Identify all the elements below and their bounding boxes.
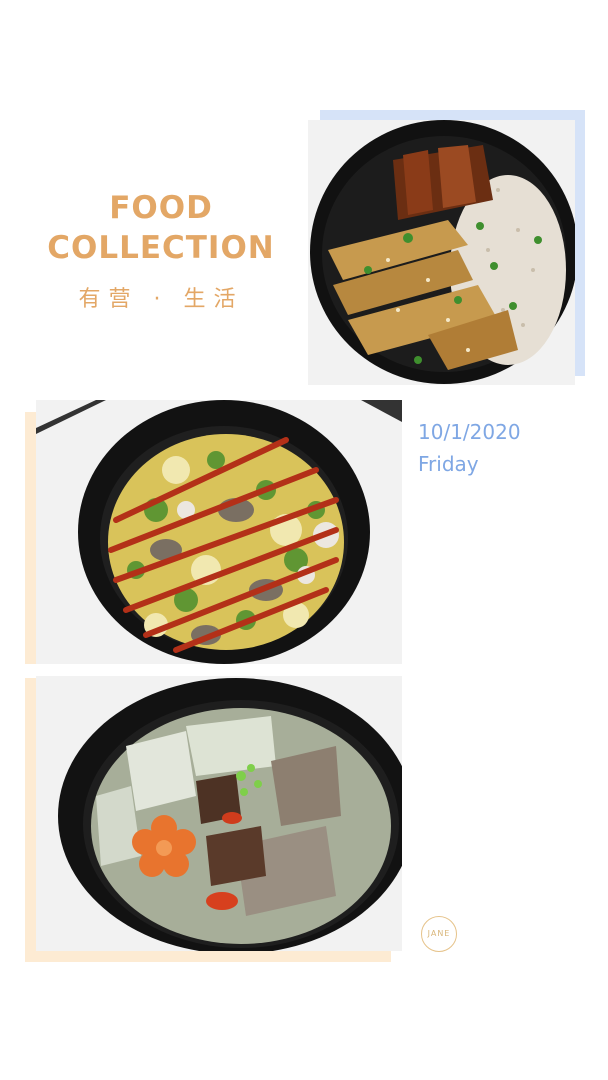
oyster-omelette-rice-bowl-image [36,400,402,664]
radish-rib-soup-bowl-photo [36,676,402,951]
oyster-omelette-rice-bowl-photo [36,400,402,664]
title-line-2: COLLECTION [47,230,275,266]
collection-title: FOOD COLLECTION [30,188,292,268]
day-label: Friday [418,452,479,476]
braised-pork-rice-bowl-image [308,120,575,385]
title-line-1: FOOD [109,190,213,226]
date-label: 10/1/2020 [418,420,521,444]
radish-rib-soup-bowl-image [36,676,402,951]
jane-logo: JANE [421,916,457,952]
braised-pork-rice-bowl-photo [308,120,575,385]
subtitle: 有营 · 生活 [78,287,244,312]
